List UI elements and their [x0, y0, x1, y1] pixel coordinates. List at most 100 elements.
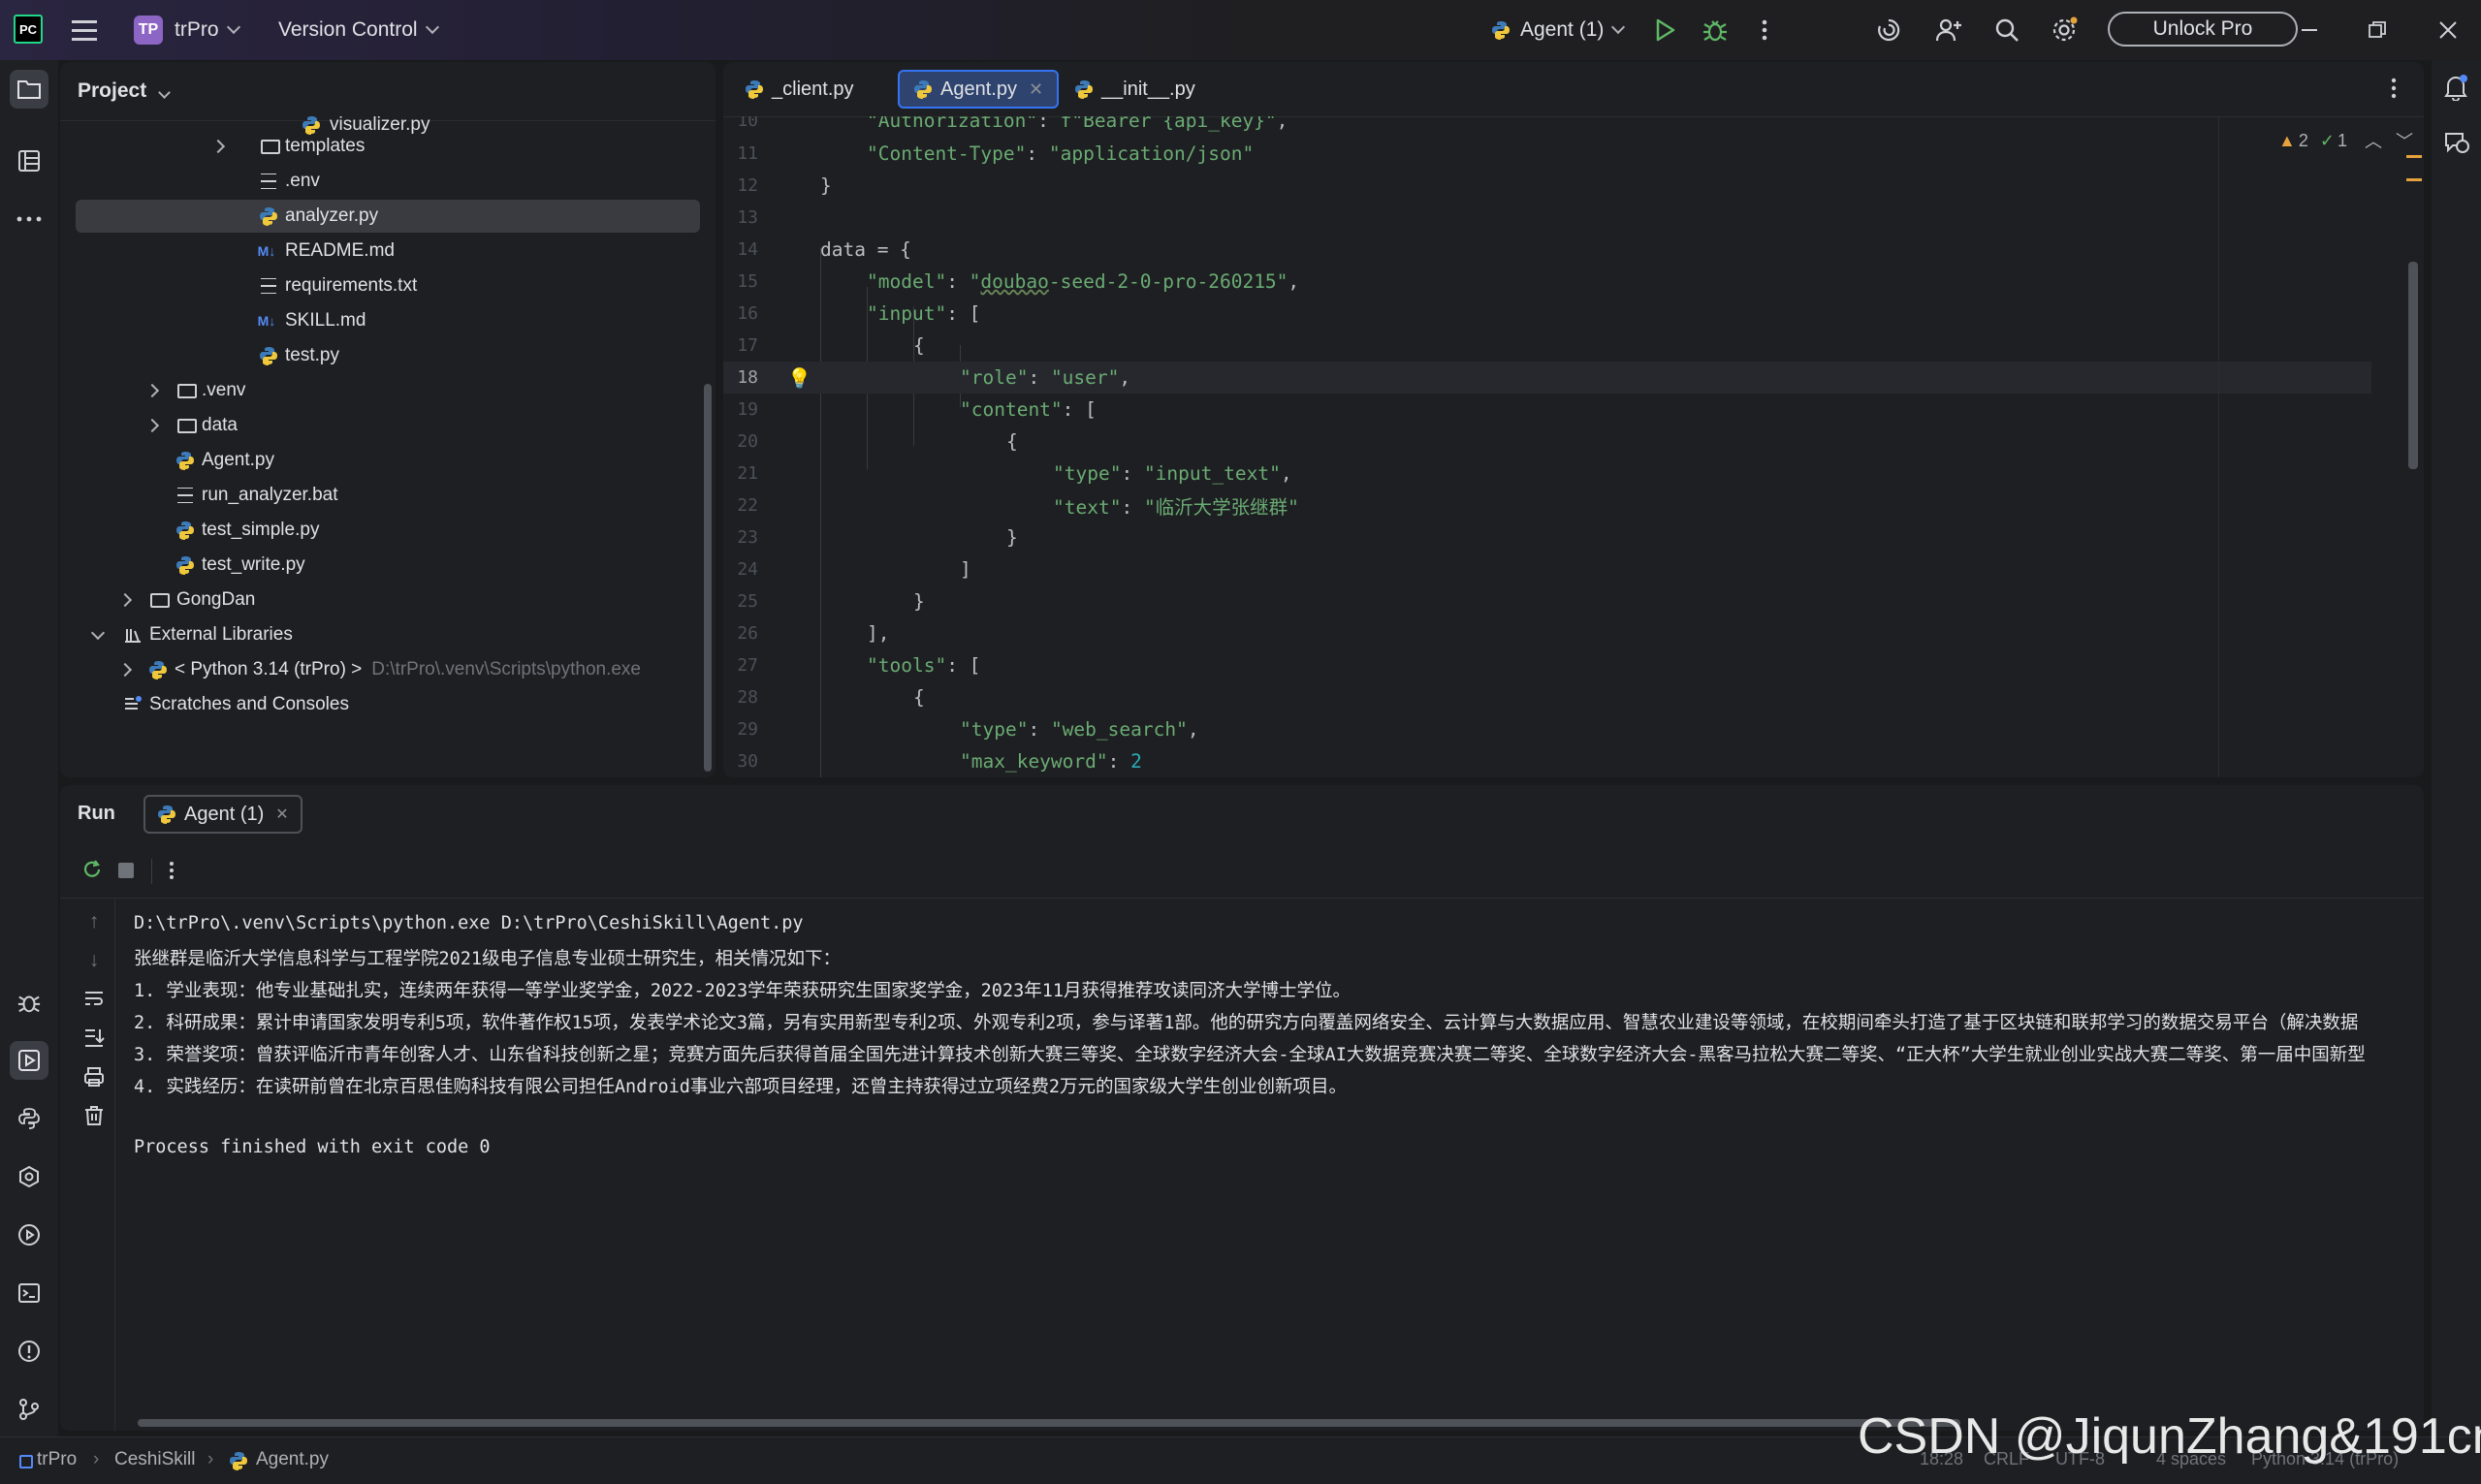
- run-services-icon[interactable]: [10, 1216, 48, 1254]
- console-line: D:\trPro\.venv\Scripts\python.exe D:\trP…: [134, 913, 804, 933]
- run-tool-icon[interactable]: [10, 1041, 48, 1080]
- tree-item-external-libraries[interactable]: External Libraries: [76, 618, 700, 651]
- code-line: 11 "Content-Type": "application/json": [723, 138, 2371, 170]
- problems-icon[interactable]: [10, 1332, 48, 1371]
- text-file-icon: [175, 485, 196, 506]
- breadcrumb-item[interactable]: trPro: [37, 1449, 77, 1470]
- tree-item-data[interactable]: data: [76, 409, 700, 442]
- tree-item-readme-md[interactable]: M↓ README.md: [76, 235, 700, 268]
- git-branch-icon[interactable]: [10, 1390, 48, 1429]
- run-tab-agent[interactable]: Agent (1) ✕: [143, 795, 302, 834]
- project-switcher[interactable]: trPro: [175, 0, 240, 60]
- warning-marker[interactable]: [2406, 155, 2422, 158]
- python-sdk-icon: [149, 661, 167, 679]
- python-packages-icon[interactable]: [10, 1099, 48, 1138]
- code-line: 30 "max_keyword": 2: [723, 745, 2371, 777]
- text-file-icon: [258, 275, 279, 297]
- tab-agent-py[interactable]: Agent.py ✕: [898, 70, 1060, 109]
- chevron-down-icon[interactable]: ﹀: [2396, 128, 2413, 153]
- tab-init-py[interactable]: __init__.py: [1061, 70, 1209, 109]
- unlock-pro-button[interactable]: Unlock Pro: [2108, 12, 2298, 47]
- close-tab-icon[interactable]: ✕: [275, 805, 288, 824]
- debug-tool-icon[interactable]: [10, 983, 48, 1022]
- search-icon[interactable]: [1988, 11, 2026, 49]
- tree-item-run-analyzer-bat[interactable]: run_analyzer.bat: [76, 479, 700, 512]
- code-line: 28 {: [723, 681, 2371, 713]
- tree-item-requirements-txt[interactable]: requirements.txt: [76, 269, 700, 302]
- code-line: 22 "text": "临沂大学张继群": [723, 489, 2371, 521]
- tree-item-scratches[interactable]: Scratches and Consoles: [76, 688, 700, 721]
- tree-item-test-simple-py[interactable]: test_simple.py: [76, 514, 700, 547]
- project-tool-folder-icon[interactable]: [10, 70, 48, 109]
- minimize-icon[interactable]: [2291, 11, 2330, 49]
- chevron-right-icon[interactable]: [144, 418, 160, 433]
- tree-item-test-py[interactable]: test.py: [76, 339, 700, 372]
- breadcrumb-item[interactable]: CeshiSkill: [114, 1449, 195, 1470]
- project-panel-title-label: Project: [78, 79, 147, 102]
- project-tree-scrollbar[interactable]: [704, 384, 712, 772]
- tree-item-analyzer-py[interactable]: analyzer.py: [76, 200, 700, 233]
- debug-icon[interactable]: [1696, 11, 1734, 49]
- run-more-icon[interactable]: [169, 861, 175, 886]
- tree-item-label: README.md: [285, 240, 395, 261]
- more-tools-icon[interactable]: [10, 200, 48, 238]
- chevron-right-icon[interactable]: [210, 139, 226, 154]
- stop-icon[interactable]: [118, 863, 134, 878]
- tab-label: _client.py: [772, 78, 854, 100]
- console-output[interactable]: D:\trPro\.venv\Scripts\python.exe D:\trP…: [60, 900, 2424, 1413]
- chevron-right-icon[interactable]: [144, 383, 160, 398]
- breadcrumb-item[interactable]: Agent.py: [256, 1449, 329, 1470]
- chevron-right-icon[interactable]: [117, 662, 133, 678]
- chevron-down-icon[interactable]: [90, 625, 106, 641]
- inspection-widget[interactable]: ▲ 2 ✓ 1 ︿ ﹀: [2278, 128, 2413, 153]
- settings-gear-icon[interactable]: [2045, 11, 2083, 49]
- code-editor[interactable]: 10 "Authorization": f"Bearer {api_key}",…: [723, 116, 2424, 777]
- project-panel-title[interactable]: Project: [78, 79, 171, 103]
- tree-item-gongdan[interactable]: GongDan: [76, 584, 700, 616]
- line-number: 24: [737, 559, 758, 580]
- add-user-icon[interactable]: [1929, 11, 1968, 49]
- tree-item-python-sdk[interactable]: < Python 3.14 (trPro) > D:\trPro\.venv\Sc…: [76, 653, 700, 686]
- chevron-up-icon[interactable]: ︿: [2365, 128, 2382, 153]
- tab-client-py[interactable]: _client.py: [731, 70, 868, 109]
- project-badge[interactable]: TP: [134, 16, 163, 45]
- tree-item-skill-md[interactable]: M↓ SKILL.md: [76, 304, 700, 337]
- run-config-selector[interactable]: Agent (1): [1491, 0, 1626, 60]
- close-tab-icon[interactable]: ✕: [1029, 79, 1043, 100]
- rerun-icon[interactable]: [81, 859, 103, 886]
- lightbulb-icon[interactable]: 💡: [787, 366, 811, 390]
- main-menu-icon[interactable]: [70, 0, 99, 60]
- warning-marker[interactable]: [2406, 178, 2422, 181]
- tree-item-env[interactable]: .env: [76, 165, 700, 198]
- tree-item-agent-py[interactable]: Agent.py: [76, 444, 700, 477]
- structure-icon[interactable]: [10, 142, 48, 180]
- tree-item-label: < Python 3.14 (trPro) >: [175, 659, 363, 679]
- pycharm-logo-icon[interactable]: PC: [14, 15, 43, 44]
- version-control-menu[interactable]: Version Control: [278, 0, 439, 60]
- more-actions-icon[interactable]: [1745, 11, 1784, 49]
- restore-icon[interactable]: [2358, 11, 2397, 49]
- markdown-file-icon: M↓: [257, 243, 276, 259]
- python-file-icon: [914, 80, 932, 99]
- python-file-icon: [1075, 80, 1093, 99]
- tree-item-templates[interactable]: templates: [76, 130, 700, 163]
- tree-item-venv[interactable]: .venv: [76, 374, 700, 407]
- python-file-icon: [260, 207, 277, 226]
- console-horizontal-scrollbar[interactable]: [138, 1419, 1960, 1427]
- run-icon[interactable]: [1646, 11, 1685, 49]
- close-window-icon[interactable]: [2429, 11, 2467, 49]
- tree-item-test-write-py[interactable]: test_write.py: [76, 549, 700, 582]
- ai-chat-icon[interactable]: [2443, 130, 2470, 161]
- line-number: 13: [737, 207, 758, 228]
- notifications-icon[interactable]: [2443, 74, 2468, 107]
- editor-tabs-more-icon[interactable]: [2391, 78, 2397, 105]
- code-line: 24 ]: [723, 553, 2371, 585]
- line-number: 25: [737, 591, 758, 612]
- ai-assistant-icon[interactable]: [1869, 11, 1908, 49]
- chevron-down-icon: [425, 19, 439, 35]
- terminal-icon[interactable]: [10, 1274, 48, 1312]
- editor-scrollbar[interactable]: [2408, 262, 2418, 469]
- services-icon[interactable]: [10, 1157, 48, 1196]
- chevron-right-icon[interactable]: [117, 592, 133, 608]
- code-line: 10 "Authorization": f"Bearer {api_key}",: [723, 116, 2371, 137]
